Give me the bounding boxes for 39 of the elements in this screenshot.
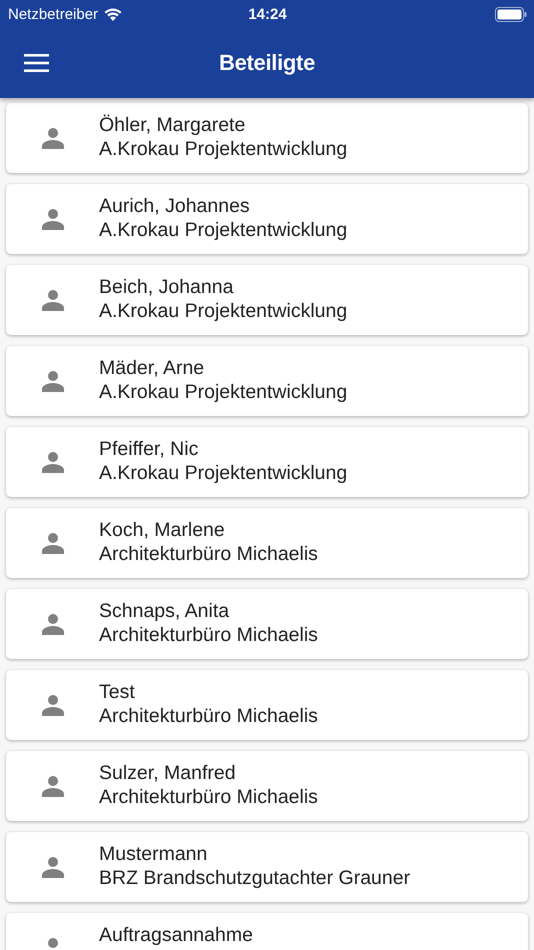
participant-card[interactable]: Test Architekturbüro Michaelis xyxy=(6,670,528,740)
company-name: Architekturbüro Michaelis xyxy=(99,542,318,566)
company-name: Architekturbüro Michaelis xyxy=(99,785,318,809)
participant-card[interactable]: Koch, Marlene Architekturbüro Michaelis xyxy=(6,508,528,578)
participant-name: Öhler, Margarete xyxy=(99,113,246,137)
participant-name: Beich, Johanna xyxy=(99,275,234,299)
clock-time: 14:24 xyxy=(247,6,288,22)
company-name: A.Krokau Projektentwicklung xyxy=(99,299,348,323)
participant-name: Pfeiffer, Nic xyxy=(99,437,200,461)
participant-card[interactable]: Beich, Johanna A.Krokau Projektentwicklung xyxy=(6,265,528,335)
menu-button[interactable] xyxy=(24,54,49,72)
participant-card[interactable]: Mustermann BRZ Brandschutzgutachter Grauner xyxy=(6,832,528,902)
battery-icon xyxy=(495,6,527,22)
company-name: BRZ Brandschutzgutachter Grauner xyxy=(99,866,410,890)
participant-name: Mäder, Arne xyxy=(99,356,206,380)
participant-card[interactable]: Schnaps, Anita Architekturbüro Michaelis xyxy=(6,589,528,659)
company-name: A.Krokau Projektentwicklung xyxy=(99,461,348,485)
menu-icon xyxy=(24,54,49,72)
company-name: A.Krokau Projektentwicklung xyxy=(99,137,348,161)
wifi-icon xyxy=(104,8,122,20)
screen-title: Beteiligte xyxy=(218,50,316,76)
participant-card[interactable]: Öhler, Margarete A.Krokau Projektentwicklung xyxy=(6,103,528,173)
participant-name: Schnaps, Anita xyxy=(99,599,230,623)
participant-card[interactable]: Pfeiffer, Nic A.Krokau Projektentwicklung xyxy=(6,427,528,497)
participant-name: Sulzer, Manfred xyxy=(99,761,237,785)
participant-card[interactable]: Sulzer, Manfred Architekturbüro Michaelis xyxy=(6,751,528,821)
company-name: Architekturbüro Michaelis xyxy=(99,623,318,647)
carrier-name: Netzbetreiber xyxy=(8,6,98,22)
participant-name: Koch, Marlene xyxy=(99,518,226,542)
participant-card[interactable]: Mäder, Arne A.Krokau Projektentwicklung xyxy=(6,346,528,416)
participant-name: Mustermann xyxy=(99,842,208,866)
company-name: Architekturbüro Michaelis xyxy=(99,704,318,728)
company-name: A.Krokau Projektentwicklung xyxy=(99,218,348,242)
participant-name: Test xyxy=(99,680,136,704)
participant-card[interactable]: Auftragsannahme xyxy=(6,913,528,950)
participant-card[interactable]: Aurich, Johannes A.Krokau Projektentwicklung xyxy=(6,184,528,254)
participant-name: Aurich, Johannes xyxy=(99,194,251,218)
company-name: A.Krokau Projektentwicklung xyxy=(99,380,348,404)
participant-name: Auftragsannahme xyxy=(99,923,253,947)
